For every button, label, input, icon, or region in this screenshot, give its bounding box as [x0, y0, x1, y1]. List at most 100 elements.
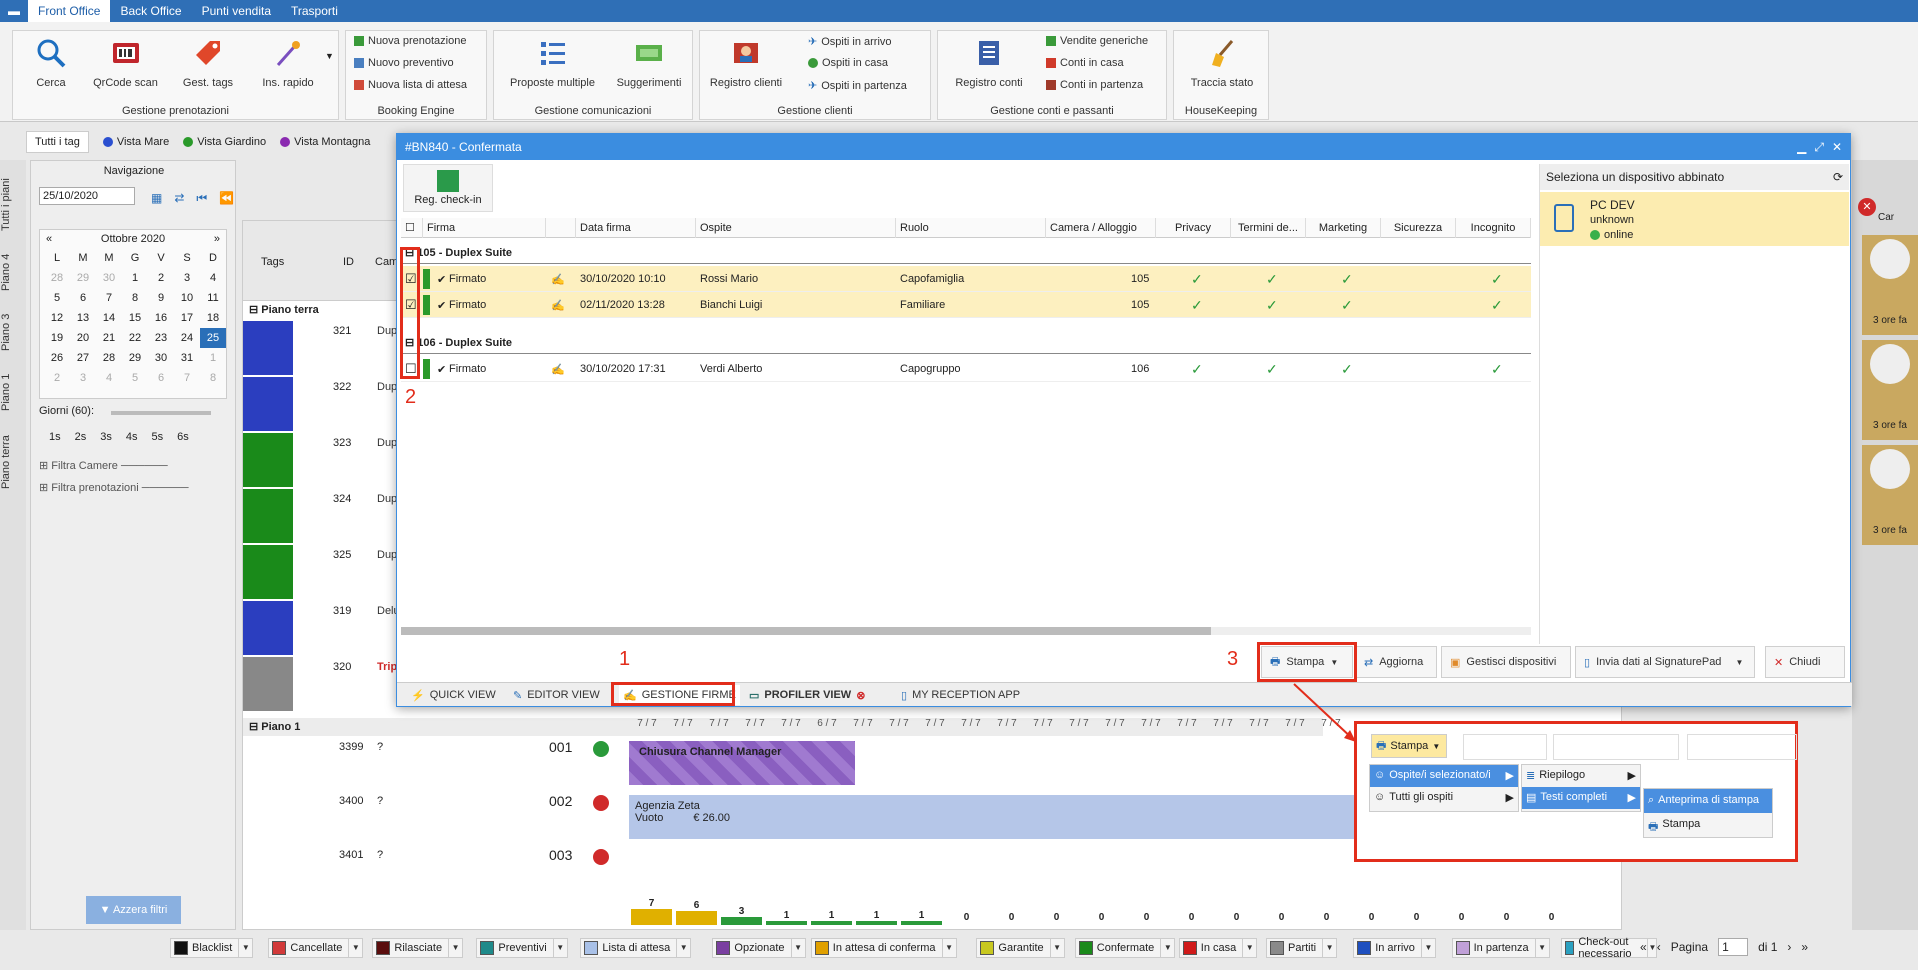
chevron-down-icon[interactable]: ▼ [552, 939, 567, 957]
chevron-down-icon[interactable]: ▼ [325, 51, 334, 61]
calendar-day[interactable]: 1 [200, 348, 226, 368]
calendar-day[interactable]: 17 [174, 308, 200, 328]
duration-option[interactable]: 3s [100, 431, 112, 443]
page-input[interactable]: 1 [1718, 938, 1749, 956]
calendar-day[interactable]: 7 [174, 368, 200, 388]
refresh-icon[interactable]: ⟳ [1833, 164, 1843, 190]
calendar-day[interactable]: 16 [148, 308, 174, 328]
tab-piano-terra[interactable]: Piano terra [0, 425, 26, 500]
col-camera[interactable]: Camera / Alloggio [1046, 218, 1156, 238]
ospiti-partenza-item[interactable]: ✈ Ospiti in partenza [808, 79, 907, 93]
calendar-day[interactable]: 27 [70, 348, 96, 368]
tab-profiler-view[interactable]: ▭ PROFILER VIEW ⊗ [749, 685, 865, 705]
calendar-day[interactable]: 29 [122, 348, 148, 368]
calendar-day[interactable]: 8 [200, 368, 226, 388]
registro-clienti-button[interactable]: Registro clienti [706, 37, 786, 89]
nuova-prenotazione-item[interactable]: Nuova prenotazione [354, 35, 466, 47]
calendar-day[interactable]: 14 [96, 308, 122, 328]
ospiti-arrivo-item[interactable]: ✈ Ospiti in arrivo [808, 35, 892, 49]
calendar-day[interactable]: 5 [122, 368, 148, 388]
menu-riepilogo[interactable]: ≣ Riepilogo ▶ [1522, 765, 1640, 787]
signature-row[interactable]: ☑ ✔ Firmato ✍ 30/10/2020 10:10 Rossi Mario Cap… [401, 266, 1531, 292]
filtra-prenotazioni[interactable]: ⊞ Filtra prenotazioni ────── [39, 481, 189, 494]
legend-item[interactable]: In arrivo ▼ [1353, 938, 1436, 958]
tab-my-reception-app[interactable]: ▯ MY RECEPTION APP [901, 685, 1020, 705]
suggerimenti-button[interactable]: Suggerimenti [609, 37, 689, 89]
calendar-day[interactable]: 1 [122, 268, 148, 288]
vendite-generiche-item[interactable]: Vendite generiche [1046, 35, 1148, 47]
menu-tutti-ospiti[interactable]: ☺ Tutti gli ospiti ▶ [1370, 787, 1518, 809]
calendar-day[interactable]: 29 [70, 268, 96, 288]
calendar-day[interactable]: 13 [70, 308, 96, 328]
calendar-day[interactable]: 4 [96, 368, 122, 388]
calendar-day[interactable]: 31 [174, 348, 200, 368]
close-icon[interactable]: ✕ [1832, 134, 1842, 160]
legend-item[interactable]: In attesa di conferma ▼ [810, 938, 957, 958]
tab-piano-3[interactable]: Piano 3 [0, 305, 26, 360]
chevron-down-icon[interactable]: ▼ [238, 939, 252, 957]
tag-vista-giardino[interactable]: Vista Giardino [183, 136, 266, 148]
calendar-day[interactable]: 21 [96, 328, 122, 348]
col-incognito[interactable]: Incognito [1456, 218, 1531, 238]
calendar-day[interactable]: 22 [122, 328, 148, 348]
chevron-down-icon[interactable]: ▼ [676, 939, 690, 957]
legend-item[interactable]: Partiti ▼ [1266, 938, 1338, 958]
calendar-day[interactable]: 10 [174, 288, 200, 308]
nuova-lista-attesa-item[interactable]: Nuova lista di attesa [354, 79, 467, 91]
tab-front-office[interactable]: Front Office [28, 0, 111, 22]
aggiorna-button[interactable]: ⇄ Aggiorna [1355, 646, 1437, 678]
legend-item[interactable]: Preventivi ▼ [476, 938, 568, 958]
calendar-day[interactable]: 23 [148, 328, 174, 348]
zoom-stampa-button[interactable]: 🖶 Stampa ▼ [1371, 734, 1447, 758]
select-all-checkbox[interactable]: ☐ [401, 218, 423, 238]
calendar-day[interactable]: 6 [148, 368, 174, 388]
calendar-day[interactable]: 3 [70, 368, 96, 388]
chevron-down-icon[interactable]: ▼ [1160, 939, 1174, 957]
calendar-day[interactable]: 19 [44, 328, 70, 348]
prev-page-icon[interactable]: ‹ [1657, 940, 1661, 954]
horizontal-scrollbar[interactable] [401, 627, 1531, 635]
next-page-icon[interactable]: › [1787, 940, 1791, 954]
calendar-day[interactable]: 2 [44, 368, 70, 388]
col-termini[interactable]: Termini de... [1231, 218, 1306, 238]
room-group-header[interactable]: ⊟ 106 - Duplex Suite [401, 332, 1531, 354]
channel-manager-block[interactable]: Chiusura Channel Manager [629, 741, 855, 785]
legend-item[interactable]: Rilasciate ▼ [372, 938, 464, 958]
menu-anteprima-stampa[interactable]: ⌕ Anteprima di stampa [1644, 789, 1772, 813]
calendar-day[interactable]: 25 [200, 328, 226, 348]
tab-editor-view[interactable]: ✎ EDITOR VIEW [513, 685, 600, 705]
calendar-day[interactable]: 28 [96, 348, 122, 368]
conti-in-casa-item[interactable]: Conti in casa [1046, 57, 1124, 69]
legend-item[interactable]: In partenza ▼ [1451, 938, 1550, 958]
invia-signaturepad-button[interactable]: ▯ Invia dati al SignaturePad ▼ [1575, 646, 1755, 678]
legend-item[interactable]: Confermate ▼ [1074, 938, 1176, 958]
filtra-camere[interactable]: ⊞ Filtra Camere ────── [39, 459, 168, 472]
tab-piano-4[interactable]: Piano 4 [0, 245, 26, 300]
giorni-slider[interactable] [111, 411, 211, 415]
chevron-down-icon[interactable]: ▼ [1049, 939, 1064, 957]
chevron-down-icon[interactable]: ▼ [1322, 939, 1336, 957]
calendar-day[interactable]: 28 [44, 268, 70, 288]
col-ruolo[interactable]: Ruolo [896, 218, 1046, 238]
refresh-icon[interactable]: ⇄ [174, 191, 184, 206]
reg-checkin-button[interactable]: Reg. check-in [403, 164, 493, 212]
next-month-icon[interactable]: » [214, 233, 220, 245]
ins-rapido-button[interactable]: Ins. rapido [253, 37, 323, 89]
calendar-icon[interactable]: ▦ [151, 191, 162, 206]
col-privacy[interactable]: Privacy [1156, 218, 1231, 238]
chevron-down-icon[interactable]: ▼ [348, 939, 362, 957]
room-group-header[interactable]: ⊟ 105 - Duplex Suite [401, 242, 1531, 264]
col-firma[interactable]: Firma [423, 218, 546, 238]
tag-tutti[interactable]: Tutti i tag [26, 131, 89, 153]
col-data-firma[interactable]: Data firma [576, 218, 696, 238]
col-sicurezza[interactable]: Sicurezza [1381, 218, 1456, 238]
legend-item[interactable]: In casa ▼ [1178, 938, 1258, 958]
maximize-icon[interactable]: ⤢ [1814, 134, 1824, 160]
activity-card[interactable]: 3 ore fa [1862, 340, 1918, 440]
col-marketing[interactable]: Marketing [1306, 218, 1381, 238]
tab-tutti-piani[interactable]: Tutti i piani [0, 170, 26, 240]
conti-in-partenza-item[interactable]: Conti in partenza [1046, 79, 1143, 91]
signature-row[interactable]: ☐ ✔ Firmato ✍ 30/10/2020 17:31 Verdi Alberto C… [401, 356, 1531, 382]
cerca-button[interactable]: Cerca [21, 37, 81, 89]
signature-row[interactable]: ☑ ✔ Firmato ✍ 02/11/2020 13:28 Bianchi Luigi F… [401, 292, 1531, 318]
